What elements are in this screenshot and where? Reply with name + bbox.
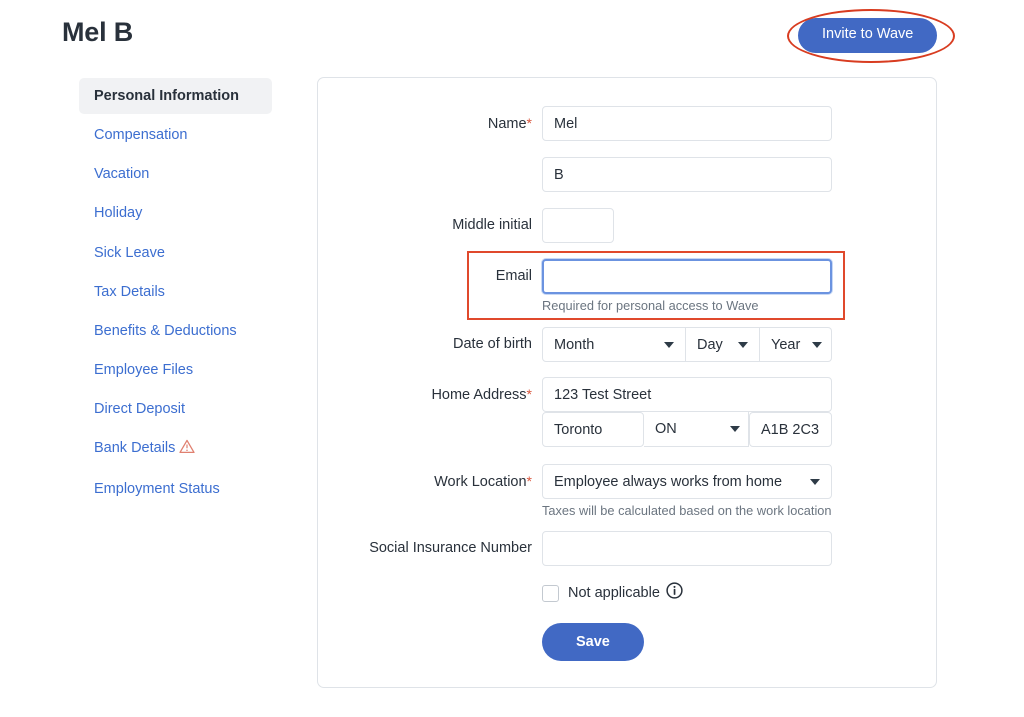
work-location-select[interactable]: Employee always works from home [542,464,832,499]
first-name-required-marker: * [526,115,532,131]
warning-triangle-icon [179,439,196,459]
home-address-row: Home Address* ON [318,377,832,447]
sidebar-item-label: Holiday [94,205,143,222]
email-row: Email Required for personal access to Wa… [318,259,832,313]
first-name-label-text: Name [487,116,527,132]
address-street-input[interactable] [542,377,832,412]
address-province-value: ON [655,421,677,437]
middle-initial-label: Middle initial [452,217,532,233]
sidebar-item-label: Employee Files [94,361,194,378]
date-of-birth-row: Date of birth Month Day Year [318,327,832,362]
first-name-label: Name* [318,106,542,132]
sidebar-item-compensation[interactable]: Compensation [79,117,272,153]
email-help-text: Required for personal access to Wave [542,298,759,313]
not-applicable-label: Not applicable [568,585,660,601]
date-of-birth-group: Month Day Year [542,327,832,362]
home-address-required-marker: * [526,386,532,402]
dob-month-value: Month [554,336,595,353]
work-location-required-marker: * [526,473,532,489]
first-name-row: Name* [318,106,832,141]
sidebar-item-employee-files[interactable]: Employee Files [79,352,272,388]
email-input[interactable] [542,259,832,294]
settings-sidebar: Personal Information Compensation Vacation… [79,78,272,510]
first-name-input[interactable] [542,106,832,141]
chevron-down-icon [812,341,823,348]
dob-year-value: Year [771,336,801,353]
chevron-down-icon [810,478,820,485]
social-insurance-number-row: Social Insurance Number [318,531,832,566]
work-location-label: Work Location* [318,464,542,490]
sidebar-item-label: Compensation [94,127,188,144]
sidebar-item-label: Tax Details [94,283,165,300]
page-title: Mel B [62,17,134,47]
work-location-help-text: Taxes will be calculated based on the wo… [542,503,832,518]
sidebar-item-label: Benefits & Deductions [94,322,237,339]
sidebar-item-label: Sick Leave [94,244,165,261]
sidebar-item-bank-details[interactable]: Bank Details [79,430,272,468]
sidebar-item-vacation[interactable]: Vacation [79,156,272,192]
chevron-down-icon [664,341,674,348]
email-label: Email [495,268,532,284]
dob-day-value: Day [697,336,723,353]
info-icon[interactable] [666,582,683,604]
not-applicable-checkbox[interactable] [542,584,559,602]
sidebar-item-tax-details[interactable]: Tax Details [79,274,272,310]
last-name-input[interactable] [542,157,832,192]
chevron-down-icon [738,341,748,348]
address-postal-code-input[interactable] [749,412,832,447]
invite-to-wave-button-wrapper: Invite to Wave [798,18,938,53]
date-of-birth-label: Date of birth [453,336,532,352]
work-location-row: Work Location* Employee always works fro… [318,464,832,518]
email-field-group: Required for personal access to Wave [542,259,832,313]
save-button-row: Save [542,623,644,661]
sidebar-item-direct-deposit[interactable]: Direct Deposit [79,391,272,427]
sidebar-item-holiday[interactable]: Holiday [79,195,272,231]
home-address-group: ON [542,377,832,447]
work-location-group: Employee always works from home Taxes wi… [542,464,832,518]
sidebar-item-label: Bank Details [94,440,176,457]
sidebar-item-benefits-deductions[interactable]: Benefits & Deductions [79,313,272,349]
sidebar-item-label: Vacation [94,166,150,183]
middle-initial-input[interactable] [542,208,614,243]
home-address-label-text: Home Address [431,387,527,403]
sidebar-item-sick-leave[interactable]: Sick Leave [79,235,272,271]
save-button[interactable]: Save [542,623,644,661]
dob-month-select[interactable]: Month [542,327,686,362]
home-address-label: Home Address* [318,377,542,403]
employee-personal-information-page: Mel B Invite to Wave Personal Informatio… [0,0,1024,717]
sidebar-item-personal-information[interactable]: Personal Information [79,78,272,115]
sidebar-item-label: Employment Status [94,481,220,498]
social-insurance-number-label: Social Insurance Number [369,540,532,556]
work-location-value: Employee always works from home [554,473,783,490]
dob-day-select[interactable]: Day [686,327,760,362]
work-location-label-text: Work Location [434,474,527,490]
address-city-input[interactable] [542,412,644,447]
sidebar-item-employment-status[interactable]: Employment Status [79,471,272,507]
last-name-label-spacer [318,157,542,166]
last-name-row [318,157,832,192]
dob-year-select[interactable]: Year [760,327,832,362]
personal-information-card: Name* Middle initial Email Required for … [317,77,937,688]
social-insurance-number-input[interactable] [542,531,832,566]
chevron-down-icon [730,426,740,432]
invite-to-wave-button[interactable]: Invite to Wave [798,18,938,53]
middle-initial-row: Middle initial [318,208,614,243]
address-province-select[interactable]: ON [644,412,749,447]
sidebar-item-label: Personal Information [94,88,240,104]
address-second-line: ON [542,412,832,447]
not-applicable-row: Not applicable [542,582,683,604]
sidebar-item-label: Direct Deposit [94,401,186,417]
